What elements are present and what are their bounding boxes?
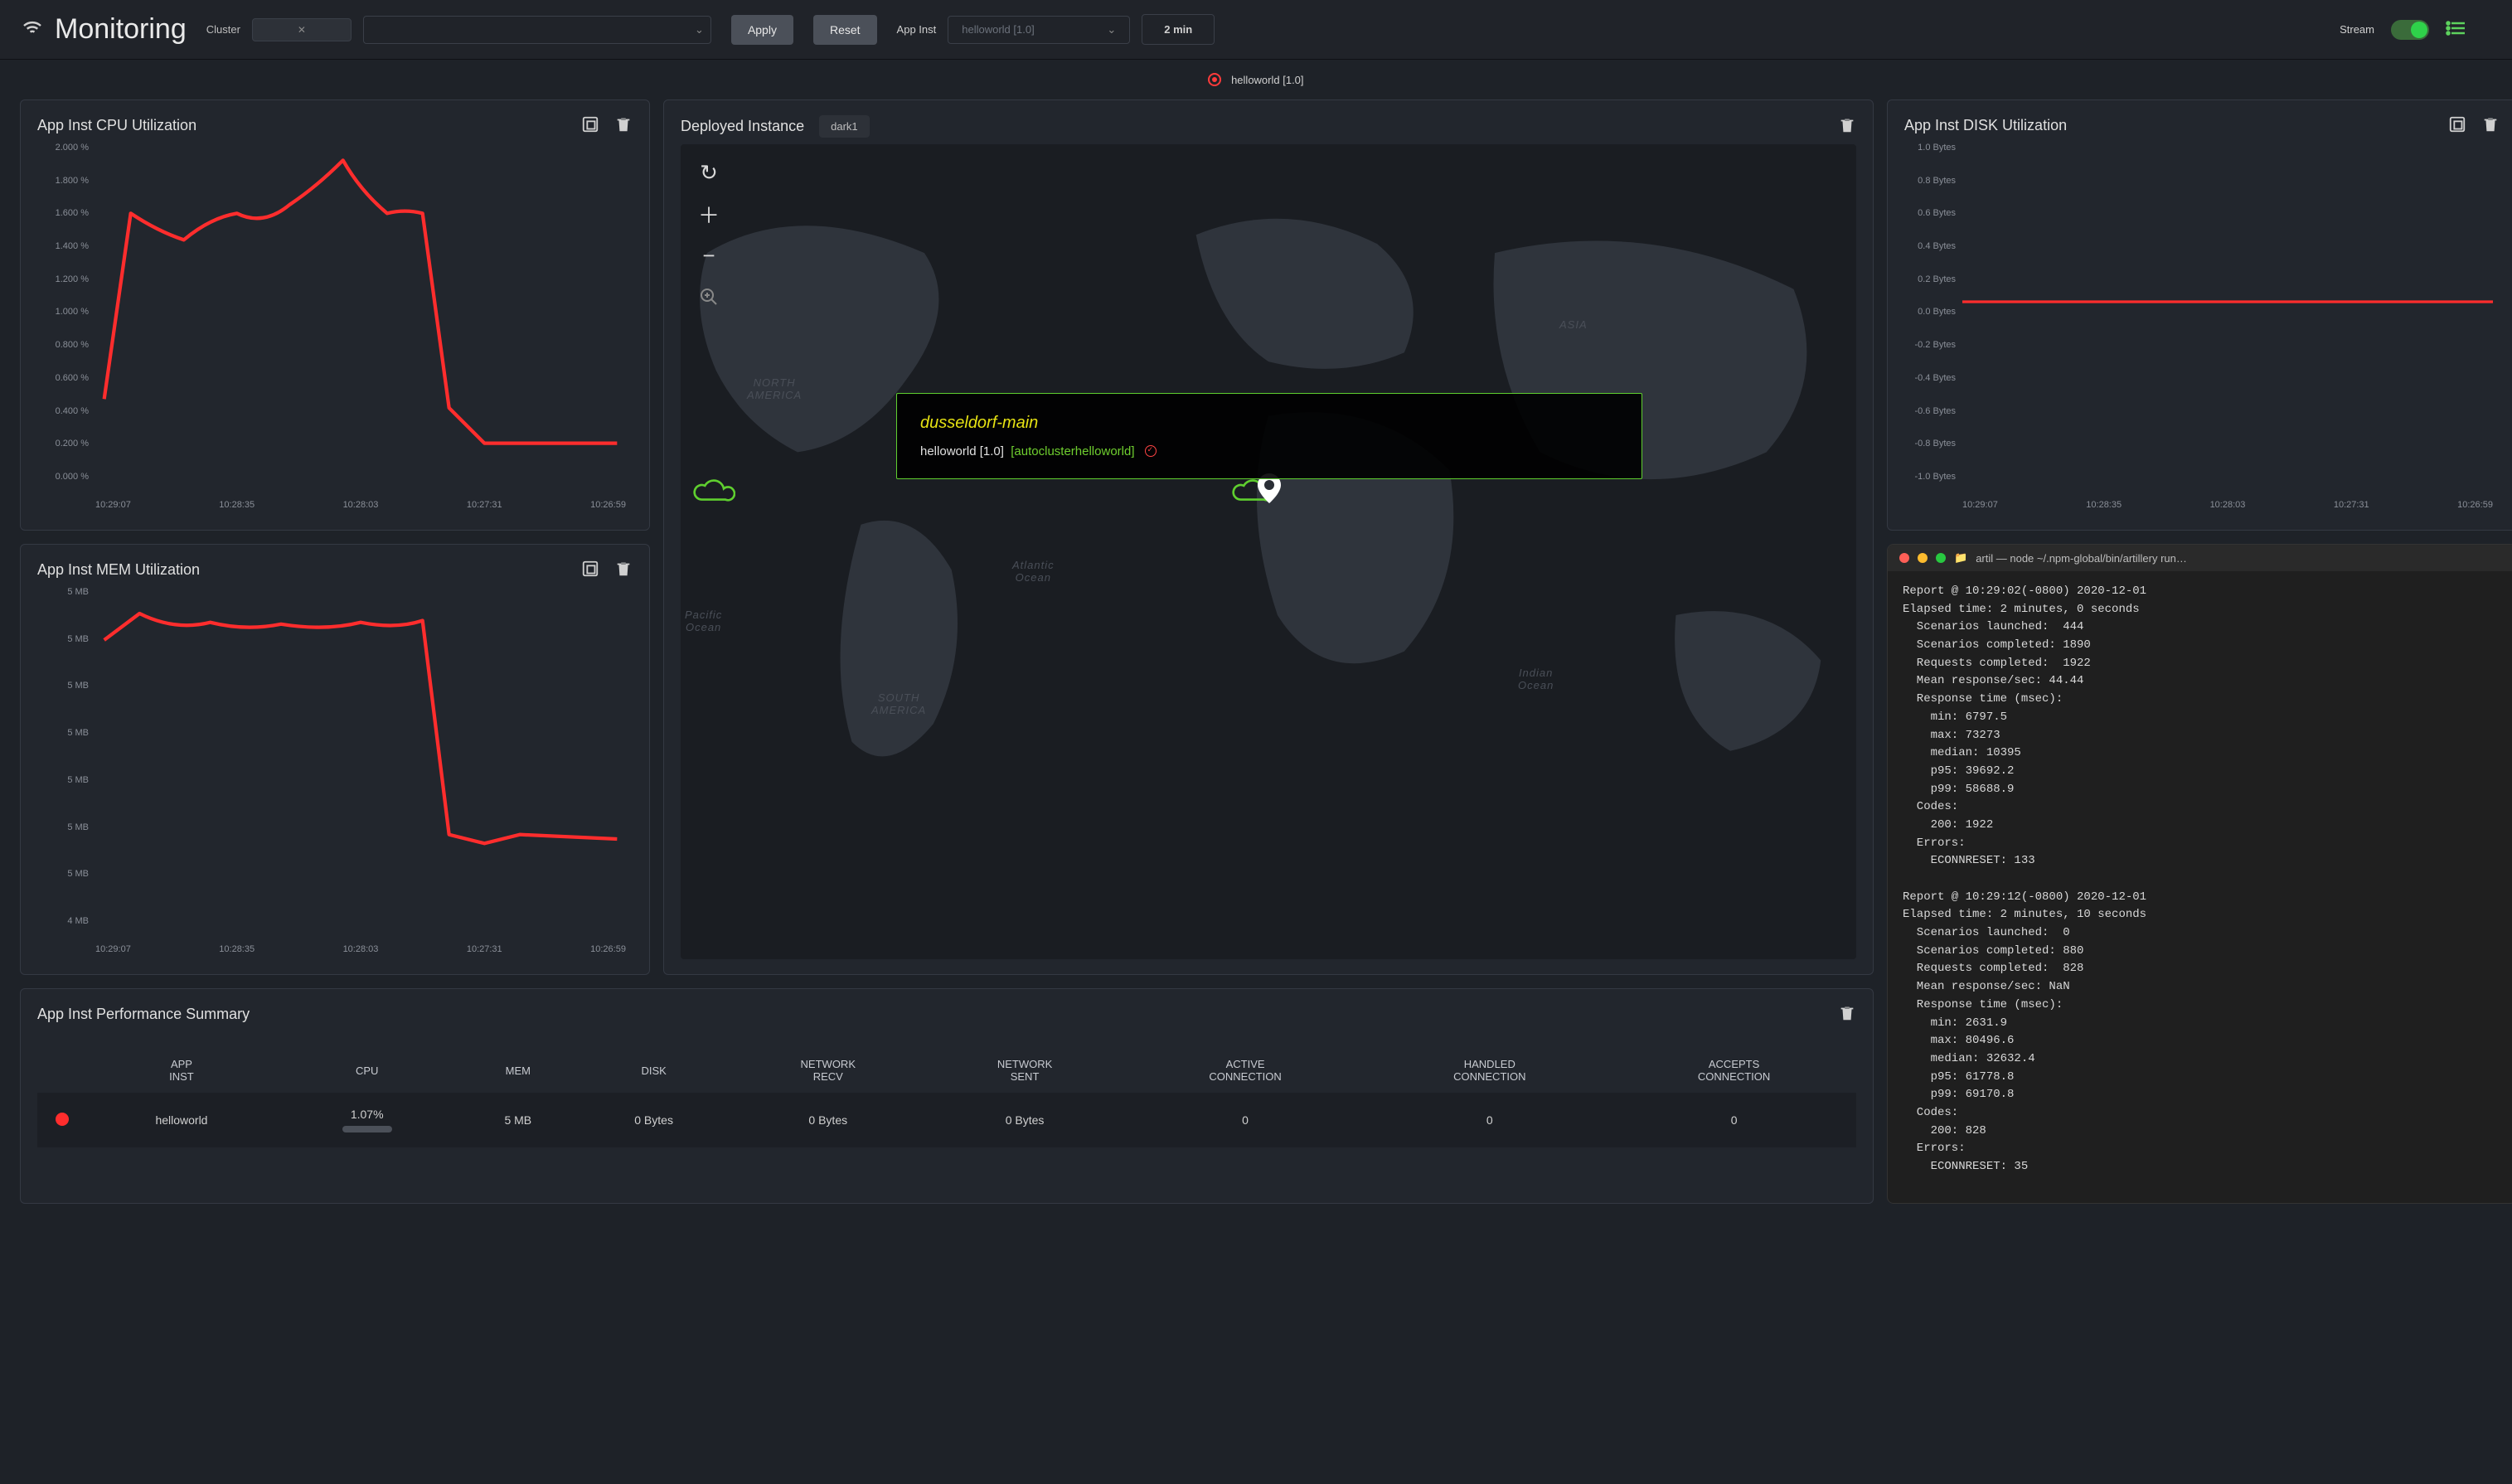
cloud-icon: [689, 476, 735, 508]
zoom-out-icon[interactable]: −: [694, 240, 724, 270]
chevron-down-icon: ⌄: [1107, 23, 1116, 36]
cell-app: helloworld: [87, 1093, 276, 1147]
mem-chart: 5 MB5 MB5 MB5 MB5 MB5 MB5 MB4 MB 10:29:0…: [37, 587, 633, 959]
map-tooltip: dusseldorf-main helloworld [1.0] [autocl…: [896, 393, 1642, 479]
trash-icon[interactable]: [1838, 1004, 1856, 1025]
map-panel-title: Deployed Instance: [681, 118, 804, 135]
map-label-asia: ASIA: [1559, 318, 1588, 331]
map-theme-pill[interactable]: dark1: [819, 115, 870, 138]
cell-handled: 0: [1367, 1093, 1612, 1147]
mem-panel-title: App Inst MEM Utilization: [37, 561, 200, 579]
disk-panel-title: App Inst DISK Utilization: [1904, 117, 2067, 134]
terminal-output: Report @ 10:29:02(-0800) 2020-12-01 Elap…: [1888, 571, 2512, 1188]
cell-accepts: 0: [1612, 1093, 1856, 1147]
terminal-title-text: artil — node ~/.npm-global/bin/artillery…: [1976, 552, 2187, 565]
disk-panel: App Inst DISK Utilization 1.0 Bytes0.8 B…: [1887, 99, 2512, 531]
terminal-window: 📁 artil — node ~/.npm-global/bin/artille…: [1887, 544, 2512, 1204]
trash-icon[interactable]: [614, 560, 633, 580]
close-dot-icon[interactable]: [1899, 553, 1909, 563]
tooltip-app: helloworld [1.0]: [920, 444, 1004, 458]
zoom-in-icon[interactable]: ＋: [694, 199, 724, 229]
appinst-dropdown[interactable]: helloworld [1.0] ⌄: [948, 16, 1130, 44]
list-view-icon[interactable]: [2446, 20, 2467, 39]
refresh-icon[interactable]: ↻: [694, 158, 724, 187]
mem-panel: App Inst MEM Utilization 5 MB5 MB5 MB5 M…: [20, 544, 650, 975]
chip-clear-icon[interactable]: ✕: [298, 24, 306, 36]
map-label-na: NORTHAMERICA: [747, 376, 802, 401]
terminal-titlebar[interactable]: 📁 artil — node ~/.npm-global/bin/artille…: [1888, 545, 2512, 571]
cell-disk: 0 Bytes: [578, 1093, 730, 1147]
trash-icon[interactable]: [1838, 116, 1856, 137]
cell-active: 0: [1123, 1093, 1368, 1147]
perf-panel-title: App Inst Performance Summary: [37, 1006, 250, 1023]
map-panel: Deployed Instance dark1 ↻ ＋ −: [663, 99, 1874, 975]
appinst-placeholder: helloworld [1.0]: [962, 23, 1034, 36]
tooltip-title: dusseldorf-main: [920, 414, 1618, 433]
tooltip-cluster: [autoclusterhelloworld]: [1011, 444, 1134, 458]
appinst-label: App Inst: [897, 23, 937, 36]
status-text: helloworld [1.0]: [1231, 74, 1303, 86]
minimize-dot-icon[interactable]: [1918, 553, 1928, 563]
appinst-filter: App Inst helloworld [1.0] ⌄ 2 min: [897, 14, 1215, 45]
cluster-dropdown[interactable]: ⌄: [363, 16, 711, 44]
map-controls: ↻ ＋ −: [694, 158, 724, 312]
cpu-panel: App Inst CPU Utilization 2.000 %1.800 %1…: [20, 99, 650, 531]
status-indicator-icon: [1208, 73, 1221, 86]
stream-toggle[interactable]: [2391, 20, 2429, 40]
table-header-row: APPINSTCPUMEMDISKNETWORKRECVNETWORKSENTA…: [37, 1048, 1856, 1093]
apply-button[interactable]: Apply: [731, 15, 793, 45]
tooltip-line: helloworld [1.0] [autoclusterhelloworld]: [920, 444, 1618, 458]
cpu-panel-title: App Inst CPU Utilization: [37, 117, 196, 134]
cpu-chart: 2.000 %1.800 %1.600 %1.400 %1.200 %1.000…: [37, 143, 633, 515]
zoom-search-icon[interactable]: [694, 282, 724, 312]
trash-icon[interactable]: [2481, 115, 2500, 136]
map-label-ind: IndianOcean: [1518, 667, 1554, 691]
reset-button[interactable]: Reset: [813, 15, 877, 45]
stream-toggle-group: Stream: [2340, 20, 2467, 40]
cell-nsent: 0 Bytes: [926, 1093, 1123, 1147]
cluster-label: Cluster: [206, 23, 240, 36]
page-title: Monitoring: [20, 13, 187, 46]
table-row[interactable]: helloworld 1.07% 5 MB 0 Bytes 0 Bytes 0 …: [37, 1093, 1856, 1147]
map-label-sa: SOUTHAMERICA: [871, 691, 926, 716]
cell-mem: 5 MB: [458, 1093, 578, 1147]
world-map[interactable]: ↻ ＋ − NORTHAMERICA SOUTHAMERICA ASIA Atl…: [681, 144, 1856, 959]
expand-icon[interactable]: [581, 115, 599, 136]
performance-panel: App Inst Performance Summary APPINSTCPUM…: [20, 988, 1874, 1204]
cluster-chip[interactable]: ✕: [252, 18, 352, 41]
maximize-dot-icon[interactable]: [1936, 553, 1946, 563]
map-label-atl: AtlanticOcean: [1012, 559, 1055, 584]
disk-chart: 1.0 Bytes0.8 Bytes0.6 Bytes0.4 Bytes0.2 …: [1904, 143, 2500, 515]
cell-nrecv: 0 Bytes: [730, 1093, 926, 1147]
cluster-filter: Cluster ✕ ⌄: [206, 16, 711, 44]
expand-icon[interactable]: [581, 560, 599, 580]
wifi-icon: [20, 13, 45, 46]
trash-icon[interactable]: [614, 115, 633, 136]
status-row: helloworld [1.0]: [0, 60, 2512, 99]
tooltip-status-icon: [1145, 445, 1157, 457]
time-range-select[interactable]: 2 min: [1142, 14, 1215, 45]
map-label-pac: PacificOcean: [685, 609, 722, 633]
expand-icon[interactable]: [2448, 115, 2466, 136]
topbar: Monitoring Cluster ✕ ⌄ Apply Reset App I…: [0, 0, 2512, 60]
chevron-down-icon: ⌄: [695, 23, 704, 36]
page-title-text: Monitoring: [55, 13, 187, 46]
perf-table: APPINSTCPUMEMDISKNETWORKRECVNETWORKSENTA…: [37, 1048, 1856, 1147]
cell-cpu: 1.07%: [276, 1093, 458, 1147]
stream-label: Stream: [2340, 23, 2374, 36]
folder-icon: 📁: [1954, 551, 1967, 565]
status-dot-icon: [56, 1113, 69, 1126]
